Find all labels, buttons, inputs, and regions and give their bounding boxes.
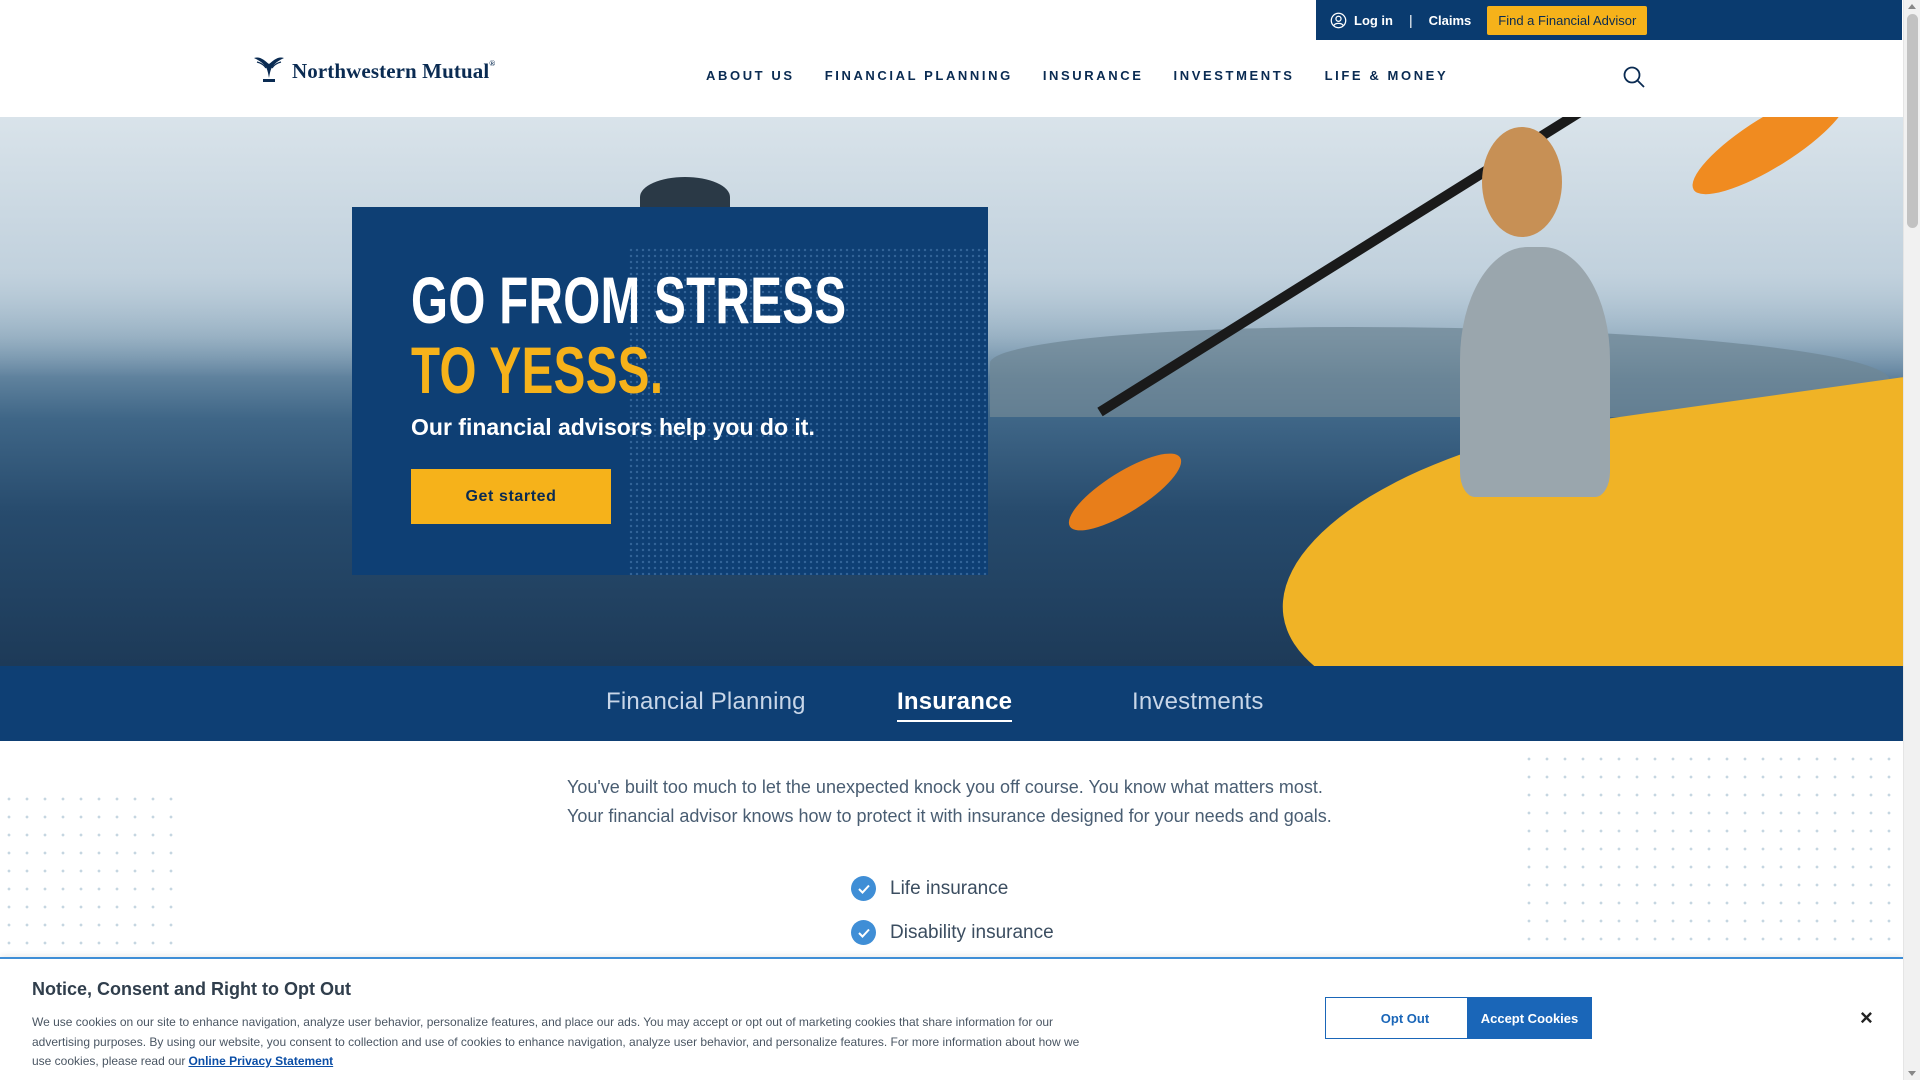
paddle-blade-left (1059, 440, 1191, 544)
logo[interactable]: Northwestern Mutual® (252, 54, 495, 84)
hero-title: GO FROM STRESS TO YESSS. (411, 265, 846, 405)
hero-title-line1: GO FROM STRESS (411, 263, 847, 337)
nav-life-and-money[interactable]: LIFE & MONEY (1325, 68, 1449, 83)
cookie-banner: Notice, Consent and Right to Opt Out We … (0, 957, 1903, 1080)
privacy-statement-link[interactable]: Online Privacy Statement (188, 1054, 333, 1068)
tab-investments[interactable]: Investments (1132, 688, 1264, 716)
kayaker-body (1460, 247, 1610, 497)
nav-financial-planning[interactable]: FINANCIAL PLANNING (825, 68, 1013, 83)
kayaker-head (1482, 127, 1562, 237)
logo-eagle-icon (254, 57, 284, 82)
utility-separator: | (1409, 12, 1413, 28)
hero-title-line2: TO YESSS. (411, 333, 664, 407)
scrollbar[interactable] (1903, 0, 1920, 1080)
checklist-item: Disability insurance (851, 920, 1054, 945)
find-advisor-button[interactable]: Find a Financial Advisor (1487, 5, 1648, 35)
login-label: Log in (1354, 12, 1393, 28)
cookie-title: Notice, Consent and Right to Opt Out (32, 979, 351, 999)
scroll-thumb[interactable] (1907, 14, 1918, 228)
user-icon (1330, 12, 1347, 28)
close-icon[interactable]: × (1860, 1007, 1873, 1029)
utility-bar: Log in | Claims Find a Financial Advisor (1316, 0, 1902, 40)
tab-insurance[interactable]: Insurance (897, 688, 1013, 722)
decorative-dots-left (0, 790, 180, 960)
logo-text: Northwestern Mutual® (292, 59, 496, 83)
search-icon (1623, 66, 1645, 88)
checklist-label: Life insurance (890, 877, 1009, 899)
login-link[interactable]: Log in (1330, 12, 1393, 29)
insurance-intro: You've built too much to let the unexpec… (567, 777, 1332, 826)
cookie-text: We use cookies on our site to enhance na… (32, 1013, 1082, 1072)
checklist-item: Life insurance (851, 876, 1008, 901)
hero-subtitle: Our financial advisors help you do it. (411, 414, 815, 440)
hero-card: GO FROM STRESS TO YESSS. Our financial a… (352, 207, 988, 575)
decorative-dots-right (1520, 750, 1903, 950)
hero: GO FROM STRESS TO YESSS. Our financial a… (0, 117, 1903, 666)
scroll-down-arrow-icon[interactable] (1908, 1071, 1916, 1076)
checkmark-icon (851, 876, 876, 901)
nav-investments[interactable]: INVESTMENTS (1174, 68, 1295, 83)
scroll-up-arrow-icon[interactable] (1908, 4, 1916, 9)
nav-insurance[interactable]: INSURANCE (1043, 68, 1144, 83)
opt-out-button[interactable]: Opt Out (1325, 997, 1485, 1039)
nav-about-us[interactable]: ABOUT US (706, 68, 795, 83)
checklist-label: Disability insurance (890, 921, 1054, 943)
tab-financial-planning[interactable]: Financial Planning (606, 688, 806, 716)
get-started-button[interactable]: Get started (411, 469, 611, 524)
accept-cookies-button[interactable]: Accept Cookies (1467, 997, 1592, 1039)
checkmark-icon (851, 920, 876, 945)
claims-link[interactable]: Claims (1429, 13, 1472, 28)
product-tabs: Financial Planning Insurance Investments (0, 666, 1903, 741)
search-button[interactable] (1622, 65, 1646, 89)
main-nav: ABOUT US FINANCIAL PLANNING INSURANCE IN… (706, 68, 1448, 83)
